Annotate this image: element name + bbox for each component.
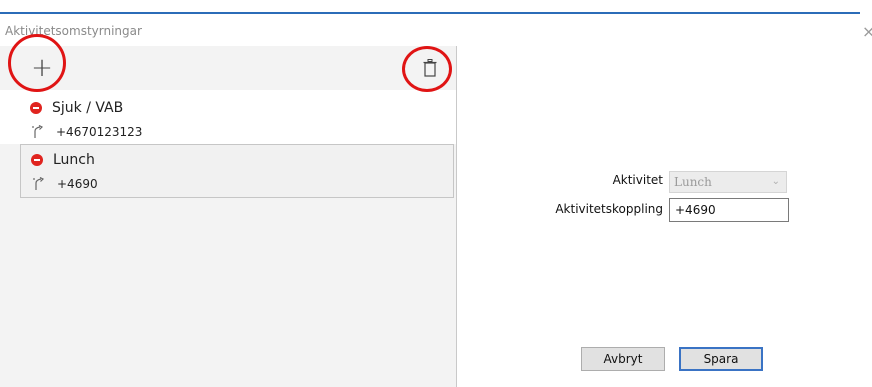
chevron-down-icon: ⌄ xyxy=(771,176,780,187)
activity-label: Aktivitet xyxy=(612,173,663,187)
save-button[interactable]: Spara xyxy=(679,347,763,371)
activity-select-value: Lunch xyxy=(674,175,712,189)
cancel-button[interactable]: Avbryt xyxy=(581,347,665,371)
list-item-name: Lunch xyxy=(53,152,95,168)
detail-pane: Aktivitet Lunch ⌄ Aktivitetskoppling +46… xyxy=(457,46,872,387)
activity-binding-label: Aktivitetskoppling xyxy=(555,202,663,216)
route-icon xyxy=(32,125,44,138)
title-bar: Aktivitetsomstyrningar × xyxy=(0,14,872,46)
stop-icon xyxy=(31,154,43,166)
list-item[interactable]: Sjuk / VAB +4670123123 xyxy=(0,90,456,144)
highlight-ring-delete xyxy=(402,46,452,92)
activity-select[interactable]: Lunch ⌄ xyxy=(669,171,787,193)
list-item-name: Sjuk / VAB xyxy=(52,100,124,116)
activity-list: Sjuk / VAB +4670123123 Lunch +4690 xyxy=(0,90,456,198)
activity-binding-input[interactable]: +4690 xyxy=(669,198,789,222)
highlight-ring-add xyxy=(8,34,66,92)
list-item-number: +4690 xyxy=(57,177,98,191)
route-icon xyxy=(33,177,45,190)
close-icon[interactable]: × xyxy=(862,22,872,41)
stop-icon xyxy=(30,102,42,114)
list-item-number: +4670123123 xyxy=(56,125,143,139)
activity-list-pane: + Sjuk / VAB +4670123123 Lunch +4690 xyxy=(0,46,457,387)
list-item-selected[interactable]: Lunch +4690 xyxy=(20,144,454,198)
